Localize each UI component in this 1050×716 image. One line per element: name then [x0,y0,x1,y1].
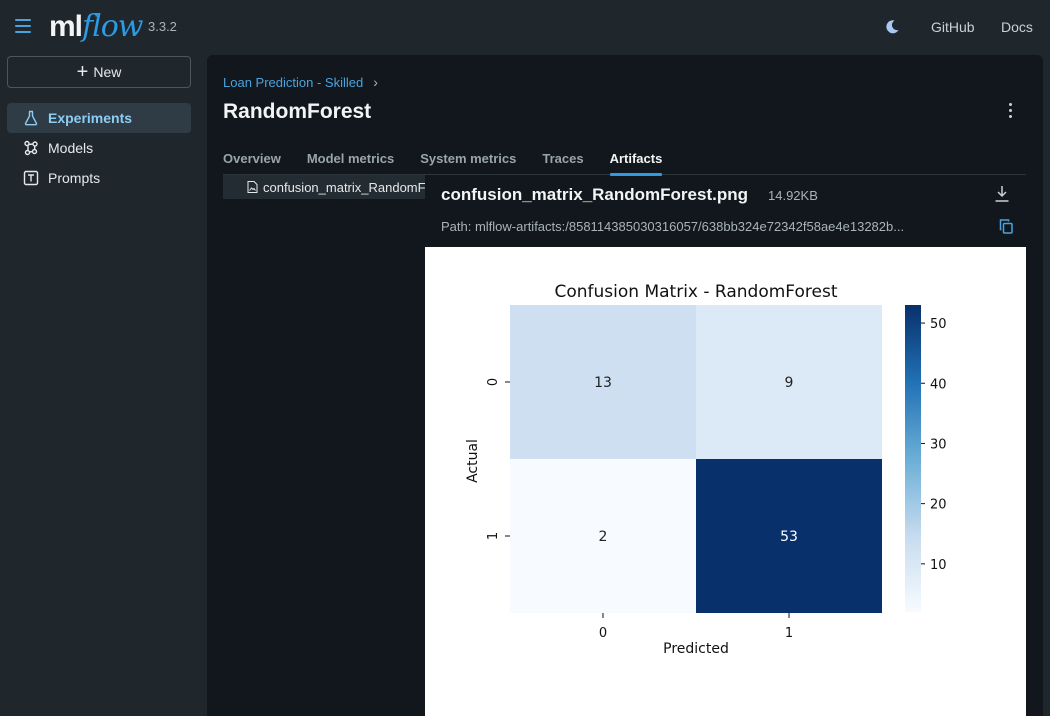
chart-title: Confusion Matrix - RandomForest [555,282,838,302]
colorbar-tick-label: 30 [930,437,947,452]
sidebar-item-experiments[interactable]: Experiments [7,103,191,133]
tab-model-metrics[interactable]: Model metrics [307,151,394,175]
prompt-icon [23,170,39,186]
colorbar-tick-label: 40 [930,377,947,392]
image-file-icon [247,181,258,193]
heatmap-cell-label: 13 [594,375,612,391]
download-icon[interactable] [994,185,1010,203]
models-icon [24,140,38,156]
artifact-viewer: confusion_matrix_RandomForest.png 14.92K… [425,175,1026,716]
plus-icon: + [76,61,89,83]
breadcrumb-experiment-link[interactable]: Loan Prediction - Skilled [223,75,363,90]
main-panel: Loan Prediction - Skilled › RandomForest… [207,55,1043,716]
sidebar-item-prompts[interactable]: Prompts [7,163,191,193]
artifact-file-tree: confusion_matrix_RandomForest.png [223,175,425,716]
x-axis-label: Predicted [663,641,729,657]
confusion-matrix-chart: Confusion Matrix - RandomForest 13 9 2 53 0… [465,282,947,657]
colorbar-tick-label: 10 [930,558,947,573]
artifact-tree-item[interactable]: confusion_matrix_RandomForest.png [223,175,425,199]
sidebar-item-label: Models [48,140,94,156]
menu-icon[interactable] [15,19,31,35]
tab-system-metrics[interactable]: System metrics [420,151,516,175]
tab-traces[interactable]: Traces [542,151,583,175]
sidebar-item-label: Experiments [48,110,133,126]
beaker-icon [24,110,38,126]
copy-icon[interactable] [999,219,1013,234]
sidebar: + New Experiments Models Prompts [0,54,206,716]
moon-icon[interactable] [884,19,900,35]
sidebar-item-models[interactable]: Models [7,133,191,163]
heatmap-cell-label: 53 [780,529,798,545]
run-tabs: Overview Model metrics System metrics Tr… [223,151,1026,176]
tab-overview[interactable]: Overview [223,151,281,175]
top-bar: mlflow 3.3.2 GitHub Docs [0,0,1050,54]
artifact-file-size: 14.92KB [768,188,818,203]
page-title: RandomForest [223,100,372,123]
artifact-file-name: confusion_matrix_RandomForest.png [441,185,748,204]
heatmap-cell-label: 9 [785,375,794,391]
x-tick-label: 1 [785,626,793,641]
artifact-tree-label: confusion_matrix_RandomForest.png [263,179,425,195]
artifact-image-preview: Confusion Matrix - RandomForest 13 9 2 53 0… [425,247,1026,716]
artifact-path: Path: mlflow-artifacts:/8581143850303160… [441,219,905,234]
sidebar-item-label: Prompts [48,170,101,186]
colorbar-tick-label: 50 [930,317,947,332]
more-options-icon[interactable] [1006,103,1014,121]
y-axis-label: Actual [465,439,481,483]
colorbar [905,305,921,612]
github-link[interactable]: GitHub [931,19,975,35]
mlflow-logo[interactable]: mlflow [49,9,143,45]
breadcrumb: Loan Prediction - Skilled › [223,74,378,90]
x-tick-label: 0 [599,626,607,641]
tab-artifacts[interactable]: Artifacts [609,151,662,176]
app-version: 3.3.2 [148,19,177,34]
docs-link[interactable]: Docs [1001,19,1033,35]
new-button[interactable]: + New [7,56,191,88]
logo-ml-text: ml [49,10,83,43]
y-tick-label: 1 [486,532,501,540]
colorbar-tick-label: 20 [930,498,947,513]
new-button-label: New [93,64,122,80]
heatmap-cell-label: 2 [599,529,608,545]
logo-flow-text: flow [82,9,143,44]
y-tick-label: 0 [486,378,501,386]
chevron-right-icon: › [373,74,378,90]
